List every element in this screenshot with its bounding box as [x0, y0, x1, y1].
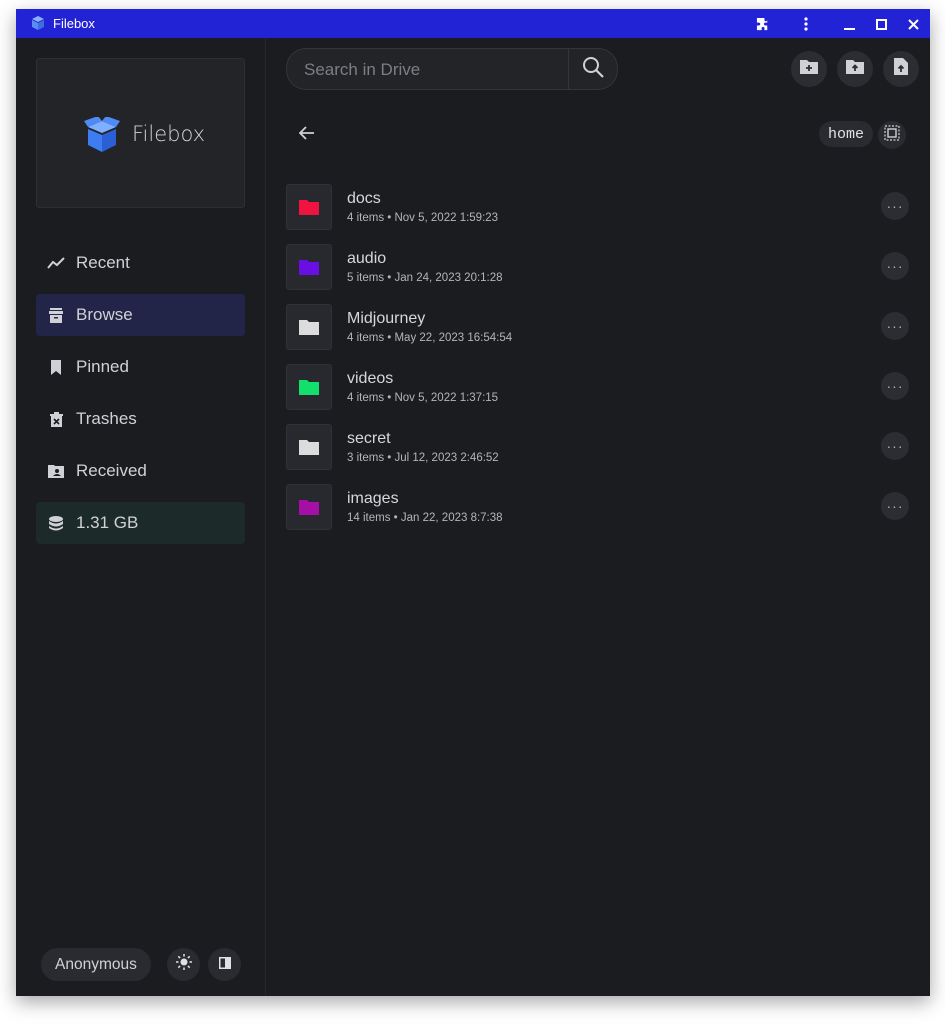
new-folder-button[interactable]	[791, 51, 827, 87]
app-icon	[30, 15, 46, 36]
sidebar: Filebox Recent Browse Pinned Trashes Rec…	[16, 38, 266, 996]
upload-folder-icon	[846, 59, 864, 79]
folder-icon	[299, 380, 319, 395]
main-content: home docs 4 items • Nov 5, 2022 1:59:23 …	[266, 38, 930, 996]
archive-icon	[36, 307, 76, 323]
breadcrumb-label: home	[828, 125, 865, 143]
folder-name: docs	[347, 190, 381, 207]
window-title: Filebox	[53, 16, 95, 31]
database-icon	[36, 515, 76, 531]
sidebar-item-label: Recent	[76, 253, 130, 272]
folder-thumbnail	[286, 364, 332, 410]
back-button[interactable]	[294, 122, 320, 148]
user-name: Anonymous	[55, 955, 137, 973]
list-item[interactable]: Midjourney 4 items • May 22, 2023 16:54:…	[286, 304, 910, 352]
theme-toggle-button[interactable]	[167, 948, 200, 981]
logo-text: Filebox	[132, 122, 206, 146]
kebab-icon[interactable]	[795, 13, 817, 35]
folder-meta: 3 items • Jul 12, 2023 2:46:52	[347, 452, 499, 464]
folder-icon	[299, 320, 319, 335]
sidebar-item-trashes[interactable]: Trashes	[36, 398, 245, 440]
list-item[interactable]: secret 3 items • Jul 12, 2023 2:46:52 ··…	[286, 424, 910, 472]
more-options-button[interactable]: ···	[881, 252, 909, 280]
sidebar-item-recent[interactable]: Recent	[36, 242, 245, 284]
folder-meta: 14 items • Jan 22, 2023 8:7:38	[347, 512, 503, 524]
more-options-button[interactable]: ···	[881, 192, 909, 220]
sidebar-item-label: Pinned	[76, 357, 129, 376]
upload-file-icon	[894, 58, 908, 80]
folder-thumbnail	[286, 424, 332, 470]
folder-name: secret	[347, 430, 391, 447]
bookmark-icon	[36, 359, 76, 375]
folder-meta: 4 items • Nov 5, 2022 1:59:23	[347, 212, 499, 224]
folder-name: audio	[347, 250, 387, 267]
contact-icon	[36, 464, 76, 478]
new-folder-icon	[800, 59, 818, 79]
folder-name: images	[347, 490, 399, 507]
sidebar-toggle-button[interactable]	[208, 948, 241, 981]
minimize-icon[interactable]	[838, 13, 860, 35]
folder-thumbnail	[286, 184, 332, 230]
sidebar-item-label: Trashes	[76, 409, 137, 428]
more-options-button[interactable]: ···	[881, 312, 909, 340]
sidebar-item-received[interactable]: Received	[36, 450, 245, 492]
sidebar-item-browse[interactable]: Browse	[36, 294, 245, 336]
list-item[interactable]: images 14 items • Jan 22, 2023 8:7:38 ··…	[286, 484, 910, 532]
folder-name: Midjourney	[347, 310, 426, 327]
search-input[interactable]	[302, 49, 556, 91]
breadcrumb[interactable]: home	[819, 121, 874, 147]
search-icon	[582, 56, 604, 83]
trash-icon	[36, 411, 76, 427]
folder-meta: 4 items • May 22, 2023 16:54:54	[347, 332, 513, 344]
sidebar-item-label: 1.31 GB	[76, 513, 139, 532]
arrow-left-icon	[298, 125, 315, 145]
box-icon	[83, 116, 121, 158]
more-options-button[interactable]: ···	[881, 432, 909, 460]
folder-name: videos	[347, 370, 394, 387]
app-window: Filebox Filebox Recent Browse Pinned Tra…	[16, 9, 930, 996]
close-icon[interactable]	[902, 13, 924, 35]
folder-icon	[299, 500, 319, 515]
sidebar-item-label: Received	[76, 461, 147, 480]
title-bar: Filebox	[16, 9, 930, 38]
more-options-button[interactable]: ···	[881, 492, 909, 520]
upload-file-button[interactable]	[883, 51, 919, 87]
sidebar-item-storage[interactable]: 1.31 GB	[36, 502, 245, 544]
folder-icon	[299, 440, 319, 455]
puzzle-icon[interactable]	[752, 13, 774, 35]
panel-icon	[218, 956, 231, 974]
upload-folder-button[interactable]	[837, 51, 873, 87]
list-item[interactable]: docs 4 items • Nov 5, 2022 1:59:23 ···	[286, 184, 910, 232]
sidebar-item-pinned[interactable]: Pinned	[36, 346, 245, 388]
folder-thumbnail	[286, 244, 332, 290]
user-button[interactable]: Anonymous	[41, 948, 151, 981]
select-mode-button[interactable]	[878, 121, 906, 149]
folder-meta: 4 items • Nov 5, 2022 1:37:15	[347, 392, 499, 404]
logo-card: Filebox	[36, 58, 245, 208]
list-item[interactable]: audio 5 items • Jan 24, 2023 20:1:28 ···	[286, 244, 910, 292]
trend-icon	[36, 257, 76, 269]
folder-icon	[299, 260, 319, 275]
folder-icon	[299, 200, 319, 215]
folder-meta: 5 items • Jan 24, 2023 20:1:28	[347, 272, 503, 284]
list-item[interactable]: videos 4 items • Nov 5, 2022 1:37:15 ···	[286, 364, 910, 412]
more-options-button[interactable]: ···	[881, 372, 909, 400]
select-icon	[884, 124, 900, 146]
folder-thumbnail	[286, 484, 332, 530]
search-bar	[286, 48, 618, 91]
search-button[interactable]	[568, 49, 617, 89]
folder-thumbnail	[286, 304, 332, 350]
sidebar-item-label: Browse	[76, 305, 133, 324]
maximize-icon[interactable]	[870, 13, 892, 35]
sun-icon	[175, 954, 192, 975]
